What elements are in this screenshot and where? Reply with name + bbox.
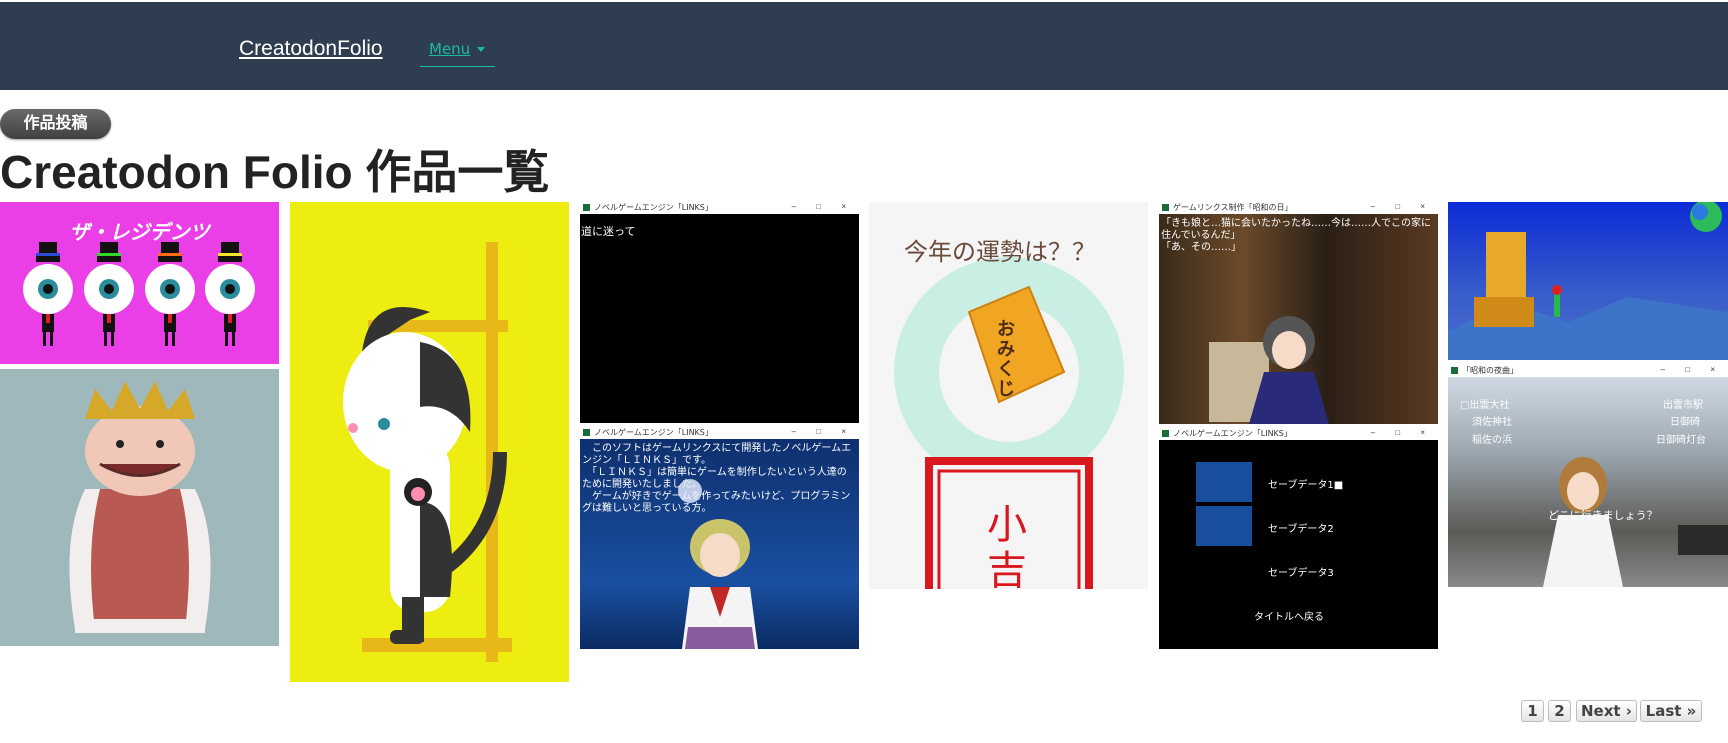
gallery-item-save-menu[interactable]: ノベルゲームエンジン「LINKS」 – □ × セーブデータ1■ セーブデータ2… xyxy=(1159,428,1438,649)
gallery-item-novel-black[interactable]: ノベルゲームエンジン「LINKS」 – □ × 道に迷って xyxy=(580,202,859,423)
gallery-item-cat[interactable] xyxy=(290,202,569,682)
page-2-button[interactable]: 2 xyxy=(1548,700,1571,722)
top-navbar: CreatodonFolio Menu xyxy=(0,2,1728,90)
last-page-button[interactable]: Last » xyxy=(1640,700,1702,722)
gallery-item-novel-intro[interactable]: ノベルゲームエンジン「LINKS」 – □ × このソフトはゲームリンクスにて開… xyxy=(580,427,859,649)
omikuji-question: 今年の運勢は？？ xyxy=(904,238,1096,266)
caret-down-icon[interactable] xyxy=(477,47,485,52)
street-character xyxy=(1543,457,1728,587)
page-title: Creatodon Folio 作品一覧 xyxy=(0,146,550,198)
gallery-item-library[interactable]: ゲームリンクス制作「昭和の日」 – □ × 「きも娘と…猫に会いたかったね……今… xyxy=(1159,202,1438,424)
gallery-item-street[interactable]: 「昭和の夜曲」 – □ × □出雲大社 須佐神社 稲佐の浜 出雲市駅 日御碕 日… xyxy=(1448,365,1728,587)
save-slot-3: セーブデータ3 xyxy=(1268,568,1334,579)
page-1-button[interactable]: 1 xyxy=(1521,700,1544,722)
save-thumb xyxy=(1196,462,1252,502)
street-dialog: どこに行きましょう？ xyxy=(1548,509,1658,522)
save-slot-2: セーブデータ2 xyxy=(1268,524,1334,535)
novel-character xyxy=(678,479,758,649)
save-back: タイトルへ戻る xyxy=(1254,612,1324,623)
next-page-button[interactable]: Next › xyxy=(1576,700,1637,722)
king-artwork xyxy=(69,381,211,633)
cat-artwork xyxy=(343,242,512,662)
save-slot-1: セーブデータ1■ xyxy=(1268,480,1344,491)
gallery-item-moonscape[interactable] xyxy=(1448,202,1728,360)
moonscape-artwork xyxy=(1448,202,1728,360)
omikuji-result: 小吉 xyxy=(987,502,1027,589)
gallery-item-omikuji[interactable]: 今年の運勢は？？ おみくじ 小吉 xyxy=(869,202,1148,589)
pagination: 1 2 Next › Last » xyxy=(0,700,1728,722)
novel-text-line: 道に迷って xyxy=(581,225,636,238)
omikuji-can-label: おみくじ xyxy=(997,319,1015,400)
menu-dropdown[interactable]: Menu xyxy=(420,38,495,67)
post-work-button[interactable]: 作品投稿 xyxy=(0,109,111,139)
window-controls: – □ × xyxy=(1370,428,1434,437)
menu-label[interactable]: Menu xyxy=(429,40,470,58)
window-controls: – □ × xyxy=(791,202,855,211)
residents-title: ザ・レジデンツ xyxy=(69,220,210,244)
gallery-item-residents[interactable]: ザ・レジデンツ xyxy=(0,202,279,364)
save-thumb xyxy=(1196,506,1252,546)
library-character xyxy=(1209,316,1329,424)
brand-link[interactable]: CreatodonFolio xyxy=(239,37,383,61)
gallery-item-king[interactable] xyxy=(0,369,279,646)
